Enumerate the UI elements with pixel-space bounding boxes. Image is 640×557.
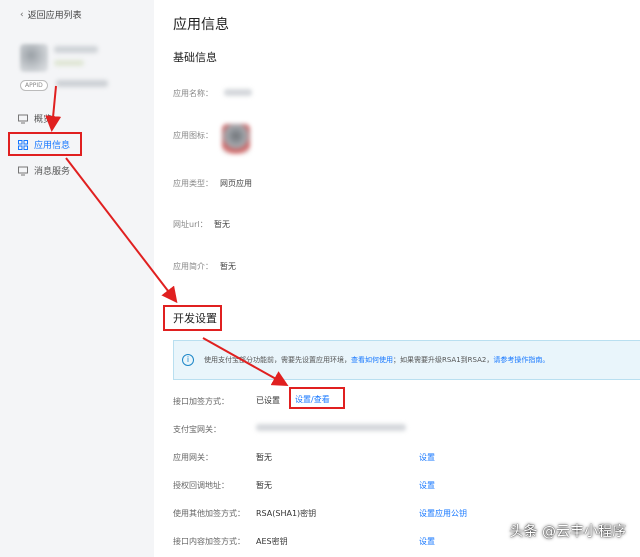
annotation-arrows (45, 85, 289, 386)
arrow-to-dev-settings (65, 157, 178, 304)
arrow-to-app-info (45, 85, 62, 132)
watermark: 头条 @云丰小程序 (509, 524, 626, 540)
arrow-to-set-view (202, 337, 289, 386)
